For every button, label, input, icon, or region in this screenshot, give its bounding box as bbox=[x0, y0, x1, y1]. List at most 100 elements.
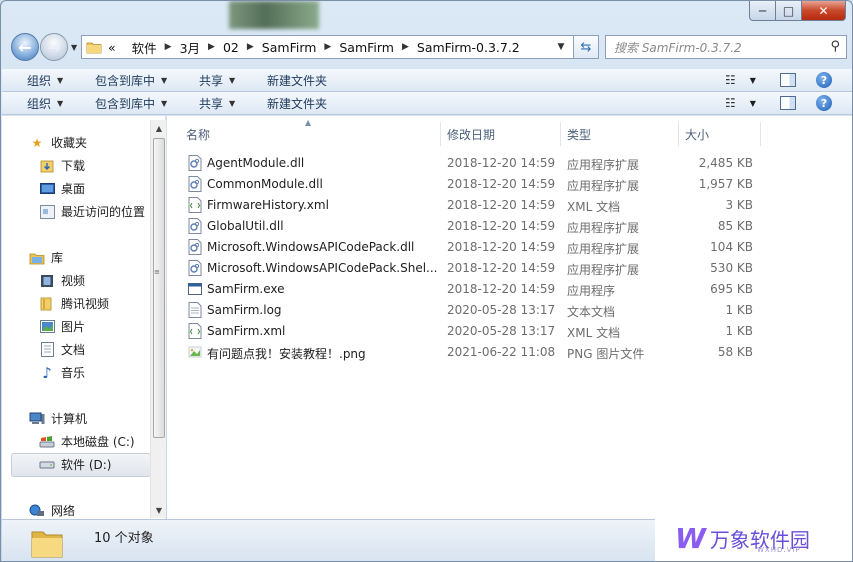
column-divider[interactable] bbox=[560, 122, 561, 146]
sort-ascending-icon: ▲ bbox=[305, 118, 312, 127]
organize-button[interactable]: 组织 ▼ bbox=[27, 72, 63, 89]
watermark-icon: W bbox=[675, 522, 706, 555]
file-name: SamFirm.log bbox=[207, 303, 282, 317]
search-icon[interactable]: ⚲ bbox=[830, 39, 840, 54]
table-row[interactable]: Microsoft.WindowsAPICodePack.dll 2018-12-… bbox=[167, 237, 852, 258]
table-row[interactable]: FirmwareHistory.xml 2018-12-20 14:59 XML 文… bbox=[167, 195, 852, 216]
item-count: 10 个对象 bbox=[94, 531, 154, 546]
sidebar-item-network[interactable]: 网络 bbox=[29, 502, 75, 519]
view-options-button[interactable]: ☷ ▼ bbox=[725, 96, 756, 110]
sidebar-item-desktop[interactable]: 桌面 bbox=[39, 180, 85, 197]
sidebar-item-documents[interactable]: 文档 bbox=[39, 341, 85, 358]
scroll-down-icon[interactable]: ▼ bbox=[151, 502, 167, 518]
sidebar-item-favorites[interactable]: ★ 收藏夹 bbox=[29, 134, 87, 151]
forward-arrow-icon: → bbox=[47, 37, 61, 57]
chevron-right-icon[interactable]: ▶ bbox=[316, 42, 339, 52]
help-button[interactable]: ? bbox=[816, 72, 832, 88]
breadcrumb-prefix[interactable]: « bbox=[108, 40, 116, 55]
back-arrow-icon: ← bbox=[18, 37, 32, 57]
breadcrumb-item[interactable]: 3月 bbox=[180, 38, 200, 57]
sidebar-item-recent-places[interactable]: 最近访问的位置 bbox=[39, 203, 145, 220]
sidebar-item-tencent-video[interactable]: 腾讯视频 bbox=[39, 295, 109, 312]
breadcrumb-item[interactable]: SamFirm-0.3.7.2 bbox=[417, 40, 520, 55]
sidebar-item-libraries[interactable]: 库 bbox=[29, 249, 63, 266]
sidebar-item-drive-d[interactable]: 软件 (D:) bbox=[10, 453, 152, 477]
close-button[interactable]: ✕ bbox=[802, 1, 846, 21]
table-row[interactable]: SamFirm.xml 2020-05-28 13:17 XML 文档 1 KB bbox=[167, 321, 852, 342]
navigation-pane: ★ 收藏夹 下载 桌面 最近访问的位置 库 视频 腾讯视频 图片 文档 ♪ 音乐 bbox=[2, 116, 166, 519]
scroll-up-icon[interactable]: ▲ bbox=[151, 120, 167, 136]
breadcrumb-item[interactable]: SamFirm bbox=[339, 40, 394, 55]
column-header-size[interactable]: 大小 bbox=[685, 122, 709, 146]
document-icon bbox=[39, 342, 55, 357]
file-type: 文本文档 bbox=[567, 305, 616, 319]
chevron-right-icon[interactable]: ▶ bbox=[157, 42, 180, 52]
sidebar-item-downloads[interactable]: 下载 bbox=[39, 157, 85, 174]
file-date: 2018-12-20 14:59 bbox=[447, 177, 556, 191]
folder-icon bbox=[86, 42, 102, 54]
table-row[interactable]: SamFirm.log 2020-05-28 13:17 文本文档 1 KB bbox=[167, 300, 852, 321]
table-row[interactable]: CommonModule.dll 2018-12-20 14:59 应用程序扩展 1,… bbox=[167, 174, 852, 195]
organize-button[interactable]: 组织 ▼ bbox=[27, 95, 63, 112]
table-row[interactable]: AgentModule.dll 2018-12-20 14:59 应用程序扩展 2,4… bbox=[167, 153, 852, 174]
file-type: 应用程序扩展 bbox=[567, 242, 640, 256]
dll-file-icon bbox=[188, 260, 202, 276]
refresh-button[interactable]: ⇆ bbox=[573, 35, 599, 59]
minimize-button[interactable]: ─ bbox=[749, 1, 776, 21]
refresh-icon: ⇆ bbox=[580, 39, 592, 55]
sidebar-label: 腾讯视频 bbox=[61, 297, 110, 311]
watermark-subtext: WXHD.VIP bbox=[757, 546, 801, 554]
column-divider[interactable] bbox=[760, 122, 761, 146]
sidebar-item-computer[interactable]: 计算机 bbox=[29, 410, 87, 427]
column-divider[interactable] bbox=[678, 122, 679, 146]
back-button[interactable]: ← bbox=[11, 33, 39, 61]
sidebar-item-drive-c[interactable]: 本地磁盘 (C:) bbox=[39, 433, 135, 450]
caption-buttons: ─ □ ✕ bbox=[749, 1, 846, 21]
sidebar-item-music[interactable]: ♪ 音乐 bbox=[39, 364, 85, 382]
breadcrumb-item[interactable]: 软件 bbox=[132, 38, 157, 57]
table-row[interactable]: 有问题点我！安装教程！.png 2021-06-22 11:08 PNG 图片文件 5… bbox=[167, 342, 852, 363]
search-input[interactable]: 搜索 SamFirm-0.3.7.2 ⚲ bbox=[605, 35, 847, 59]
preview-pane-button[interactable] bbox=[780, 96, 796, 110]
file-date: 2018-12-20 14:59 bbox=[447, 240, 556, 254]
command-bar-secondary: 组织 ▼ 包含到库中 ▼ 共享 ▼ 新建文件夹 ☷ ▼ ? bbox=[2, 92, 852, 115]
preview-pane-icon bbox=[780, 73, 796, 87]
png-file-icon bbox=[188, 344, 202, 360]
column-header-date[interactable]: 修改日期 bbox=[447, 122, 495, 146]
table-row[interactable]: SamFirm.exe 2018-12-20 14:59 应用程序 695 KB bbox=[167, 279, 852, 300]
address-dropdown[interactable]: ▼ bbox=[552, 36, 570, 58]
chevron-right-icon[interactable]: ▶ bbox=[200, 42, 223, 52]
help-button[interactable]: ? bbox=[816, 95, 832, 111]
chevron-right-icon[interactable]: ▶ bbox=[394, 42, 417, 52]
column-header-type[interactable]: 类型 bbox=[567, 122, 591, 146]
dll-file-icon bbox=[188, 176, 202, 192]
table-row[interactable]: Microsoft.WindowsAPICodePack.Shel... 2018… bbox=[167, 258, 852, 279]
breadcrumb-item[interactable]: 02 bbox=[223, 40, 239, 55]
maximize-button[interactable]: □ bbox=[776, 1, 802, 21]
include-in-library-button[interactable]: 包含到库中 ▼ bbox=[95, 95, 167, 112]
recent-pages-dropdown[interactable]: ▼ bbox=[71, 43, 77, 52]
view-options-button[interactable]: ☷ ▼ bbox=[725, 73, 756, 87]
new-folder-button[interactable]: 新建文件夹 bbox=[267, 72, 327, 89]
column-divider[interactable] bbox=[440, 122, 441, 146]
include-in-library-button[interactable]: 包含到库中 ▼ bbox=[95, 72, 167, 89]
table-row[interactable]: GlobalUtil.dll 2018-12-20 14:59 应用程序扩展 85 K… bbox=[167, 216, 852, 237]
breadcrumb-item[interactable]: SamFirm bbox=[262, 40, 317, 55]
chevron-right-icon[interactable]: ▶ bbox=[239, 42, 262, 52]
system-drive-icon bbox=[39, 435, 55, 449]
folder-icon bbox=[31, 531, 63, 558]
address-bar[interactable]: « 软件 ▶ 3月 ▶ 02 ▶ SamFirm ▶ SamFirm ▶ SamFirm-… bbox=[81, 35, 599, 59]
sidebar-item-videos[interactable]: 视频 bbox=[39, 272, 85, 289]
share-button[interactable]: 共享 ▼ bbox=[199, 95, 235, 112]
scrollbar-thumb[interactable] bbox=[153, 138, 165, 438]
sidebar-label: 库 bbox=[51, 251, 64, 265]
file-date: 2018-12-20 14:59 bbox=[447, 282, 556, 296]
preview-pane-button[interactable] bbox=[780, 73, 796, 87]
forward-button[interactable]: → bbox=[40, 33, 68, 61]
dll-file-icon bbox=[188, 239, 202, 255]
column-header-name[interactable]: 名称 bbox=[186, 122, 210, 146]
sidebar-item-pictures[interactable]: 图片 bbox=[39, 318, 85, 335]
new-folder-button[interactable]: 新建文件夹 bbox=[267, 95, 327, 112]
share-button[interactable]: 共享 ▼ bbox=[199, 72, 235, 89]
navigation-scrollbar[interactable]: ▲ ≡ ▼ bbox=[150, 120, 166, 518]
